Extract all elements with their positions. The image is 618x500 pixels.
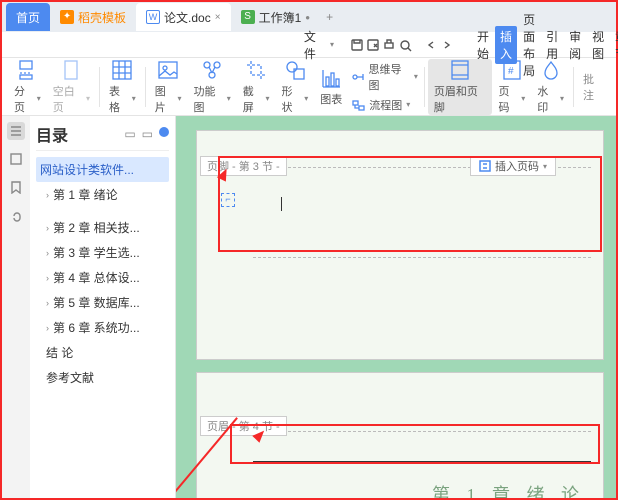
toc-item[interactable]: ›第 2 章 相关技... <box>36 215 169 240</box>
toc-item[interactable]: 参考文献 <box>36 365 169 390</box>
save-as-icon[interactable] <box>366 36 380 54</box>
toc-item[interactable]: ›第 4 章 总体设... <box>36 265 169 290</box>
pagenum-button[interactable]: # 页码▾ <box>492 59 531 115</box>
toc-tools: ▭ ▭ <box>124 127 169 141</box>
shapes-icon <box>284 59 306 81</box>
fnchart-button[interactable]: 功能图▾ <box>187 59 236 115</box>
collapse-icon[interactable]: ▭ <box>124 127 135 141</box>
attachment-icon[interactable] <box>7 206 25 224</box>
toc-title: 目录 <box>36 122 68 146</box>
picture-button[interactable]: 图片▾ <box>149 59 188 115</box>
table-icon <box>111 59 133 81</box>
screenshot-button[interactable]: 截屏▾ <box>237 59 276 115</box>
chevron-down-icon: ▾ <box>330 40 334 49</box>
watermark-icon <box>540 59 562 81</box>
mindmap-icon <box>351 70 364 84</box>
mindmap-button[interactable]: 思维导图▾ <box>348 60 421 94</box>
toc-item[interactable]: ›第 6 章 系统功... <box>36 315 169 340</box>
svg-text:#: # <box>508 66 514 77</box>
header-section-label[interactable]: 页眉- 第 4 节 - <box>200 416 287 436</box>
toc-item[interactable]: ›第 3 章 学生选... <box>36 240 169 265</box>
comments-button[interactable]: 批注 <box>577 71 610 103</box>
ribbon-tab-sections[interactable]: 章节 <box>610 26 618 64</box>
toc-item[interactable]: 网站设计类软件... <box>36 157 169 182</box>
toc-item[interactable]: ›第 1 章 绪论 <box>36 182 169 207</box>
sync-icon[interactable] <box>159 127 169 137</box>
print-icon[interactable] <box>382 36 396 54</box>
crop-icon <box>245 59 267 81</box>
expand-icon[interactable]: ▭ <box>142 127 153 141</box>
blank-page-button[interactable]: 空白页▾ <box>47 59 96 115</box>
toc-item[interactable]: ›第 5 章 数据库... <box>36 290 169 315</box>
toc-item[interactable]: 结 论 <box>36 340 169 365</box>
paging-button[interactable]: 分页▾ <box>8 59 47 115</box>
preview-icon[interactable] <box>398 36 412 54</box>
table-button[interactable]: 表格▾ <box>103 59 142 115</box>
blank-page-icon <box>60 59 82 81</box>
side-toolbar <box>2 116 30 498</box>
file-menu-label: 文件 <box>304 28 327 62</box>
chart-button[interactable]: 图表 <box>314 67 348 107</box>
document-canvas[interactable]: ⌐ 页脚- 第 3 节 - 插入页码▾ 第 1 章 绪 论 1.1 项目背景和意… <box>176 116 616 498</box>
undo-icon[interactable] <box>424 36 438 54</box>
text-cursor <box>281 197 282 211</box>
thumbnail-icon[interactable] <box>7 150 25 168</box>
redo-icon[interactable] <box>440 36 454 54</box>
paragraph-mark-icon: ⌐ <box>221 193 235 207</box>
toc-panel: 目录 ▭ ▭ 网站设计类软件... ›第 1 章 绪论 ›第 2 章 相关技..… <box>30 116 176 498</box>
save-icon[interactable] <box>350 36 364 54</box>
diagram-group: 思维导图▾ 流程图▾ <box>348 60 421 114</box>
header-footer-icon <box>449 59 471 81</box>
watermark-button[interactable]: 水印▾ <box>531 59 570 115</box>
chart-icon <box>320 67 342 89</box>
menubar: 文件 ▾ 开始 插入 页面布局 引用 审阅 视图 章节 开发工具 特色功能 页眉… <box>2 32 616 58</box>
ribbon-tab-view[interactable]: 视图 <box>587 26 609 64</box>
shape-button[interactable]: 形状▾ <box>276 59 315 115</box>
flowchart-button[interactable]: 流程图▾ <box>348 96 421 114</box>
page-number-icon <box>479 160 491 172</box>
header-footer-button[interactable]: 页眉和页脚 <box>428 59 493 115</box>
chapter-heading: 第 1 章 绪 论 <box>432 481 585 498</box>
smartart-icon <box>201 59 223 81</box>
bookmark-icon[interactable] <box>7 178 25 196</box>
insert-pagenum-button[interactable]: 插入页码▾ <box>470 156 556 176</box>
picture-icon <box>157 59 179 81</box>
outline-icon[interactable] <box>7 122 25 140</box>
ribbon-tab-start[interactable]: 开始 <box>472 26 494 64</box>
page-number-icon: # <box>501 59 523 81</box>
ribbon: 分页▾ 空白页▾ 表格▾ 图片▾ 功能图▾ 截屏▾ 形状▾ <box>2 58 616 116</box>
footer-section-label[interactable]: 页脚- 第 3 节 - <box>200 156 287 176</box>
page-break-icon <box>16 59 38 81</box>
flowchart-icon <box>351 98 365 112</box>
